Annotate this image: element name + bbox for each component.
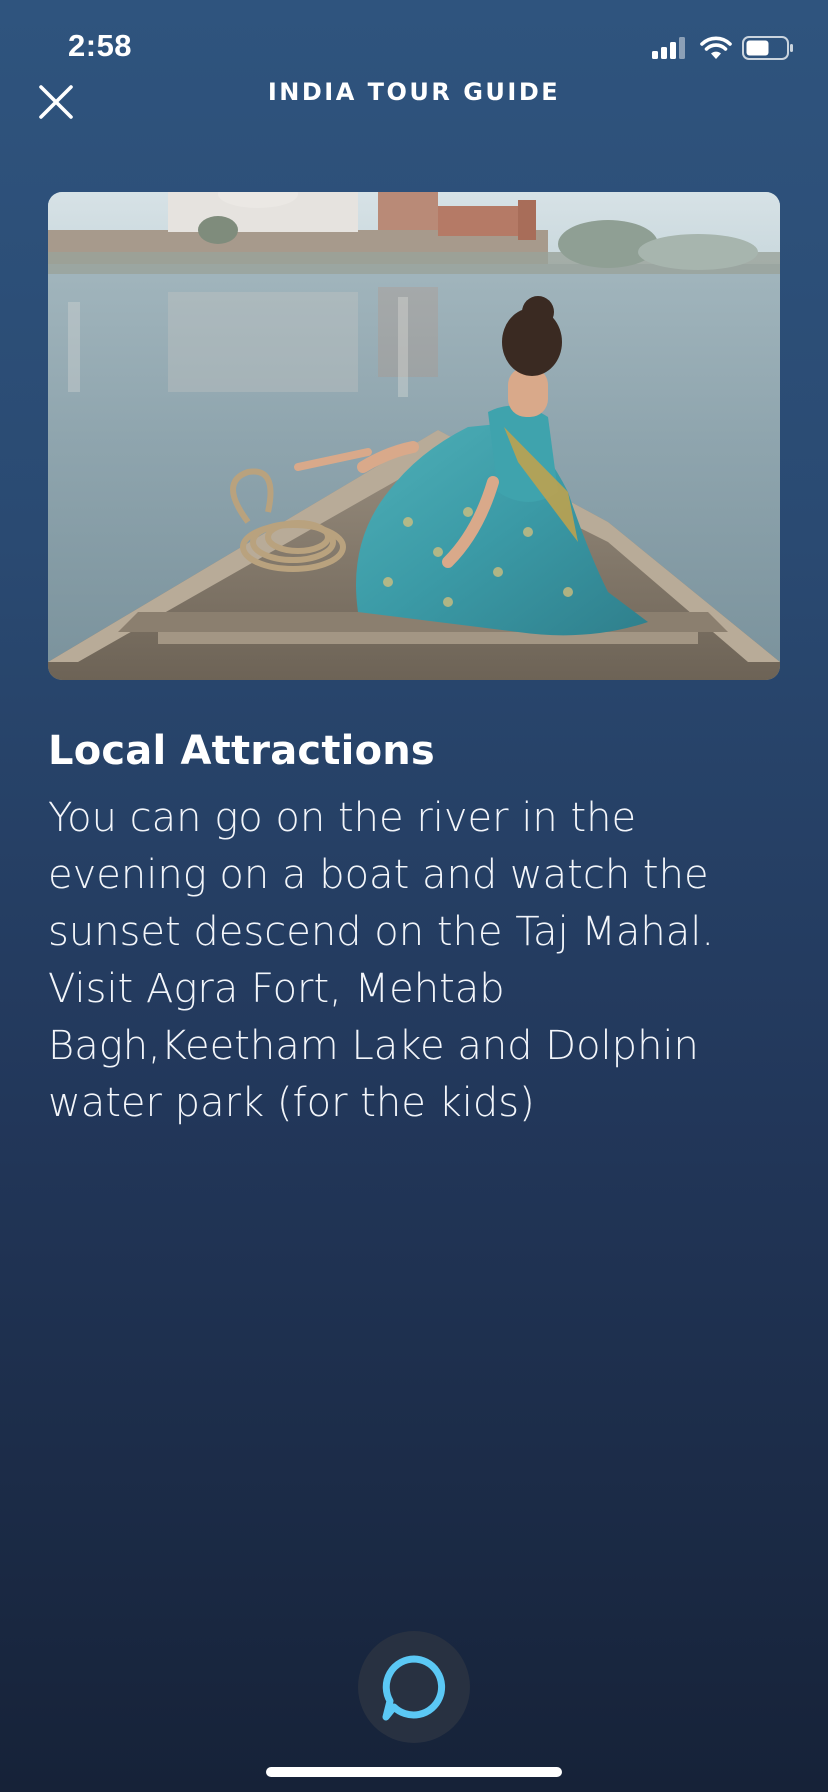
page-title: INDIA TOUR GUIDE xyxy=(267,78,561,106)
cellular-signal-icon xyxy=(652,37,685,59)
alexa-button[interactable] xyxy=(358,1631,470,1743)
battery-icon xyxy=(742,36,793,60)
attraction-card: Local Attractions You can go on the rive… xyxy=(48,728,788,1132)
hero-image xyxy=(48,192,780,680)
status-time: 2:58 xyxy=(68,28,133,63)
header: INDIA TOUR GUIDE xyxy=(0,66,828,136)
section-title: Local Attractions xyxy=(48,728,435,774)
hero-photo-illustration xyxy=(48,192,780,680)
wifi-icon xyxy=(700,36,732,59)
home-indicator[interactable] xyxy=(266,1767,562,1777)
alexa-ring-icon xyxy=(382,1655,446,1721)
status-icons xyxy=(652,36,794,60)
section-body: You can go on the river in the evening o… xyxy=(48,795,715,1126)
